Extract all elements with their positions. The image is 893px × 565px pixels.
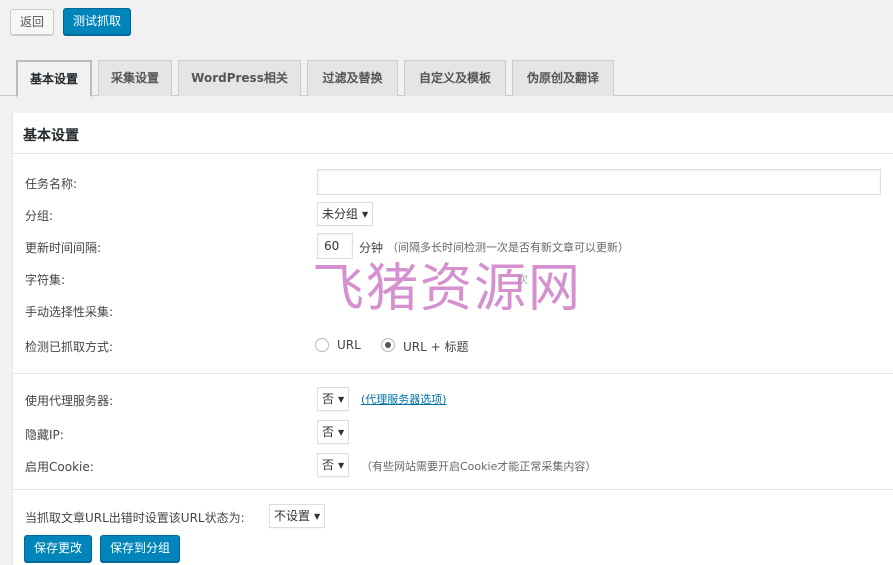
detect-url-radio[interactable] — [315, 338, 329, 352]
tab-rewrite-translate[interactable]: 伪原创及翻译 — [512, 60, 614, 96]
chevron-down-icon: ▼ — [314, 512, 321, 521]
watermark-logo: 飞猪资源网 — [312, 259, 583, 319]
tab-custom-template[interactable]: 自定义及模板 — [404, 60, 506, 96]
chevron-down-icon: ▼ — [338, 395, 345, 404]
chevron-down-icon: ▼ — [362, 210, 369, 219]
detect-url-label: URL — [337, 338, 361, 352]
error-status-label: 当抓取文章URL出错时设置该URL状态为: — [25, 511, 245, 525]
detect-url-title-radio[interactable] — [381, 338, 395, 352]
error-status-select[interactable]: 不设置 ▼ — [269, 504, 326, 528]
group-select[interactable]: 未分组 ▼ — [317, 202, 374, 226]
task-name-input[interactable] — [317, 169, 881, 195]
charset-label: 字符集: — [25, 273, 66, 287]
cookie-note: （有些网站需要开启Cookie才能正常采集内容） — [361, 460, 597, 473]
interval-label: 更新时间间隔: — [25, 241, 102, 255]
divider — [13, 489, 893, 490]
tab-wordpress[interactable]: WordPress相关 — [178, 60, 301, 96]
test-crawl-button[interactable]: 测试抓取 — [63, 8, 132, 35]
hide-ip-label: 隐藏IP: — [25, 428, 64, 442]
manual-collect-label: 手动选择性采集: — [25, 305, 114, 319]
save-to-group-button[interactable]: 保存到分组 — [100, 535, 181, 562]
group-label: 分组: — [25, 209, 54, 223]
cookie-select-value: 否 — [322, 458, 335, 472]
group-select-value: 未分组 — [322, 207, 359, 221]
detect-method-label: 检测已抓取方式: — [25, 340, 114, 354]
cookie-label: 启用Cookie: — [25, 460, 94, 474]
tab-filter-replace[interactable]: 过滤及替换 — [307, 60, 398, 96]
hide-ip-select[interactable]: 否 ▼ — [317, 420, 350, 444]
error-status-select-value: 不设置 — [274, 509, 311, 523]
cookie-select[interactable]: 否 ▼ — [317, 453, 350, 477]
task-name-label: 任务名称: — [25, 177, 78, 191]
proxy-label: 使用代理服务器: — [25, 394, 114, 408]
panel-title: 基本设置 — [23, 128, 79, 144]
hide-ip-select-value: 否 — [322, 425, 335, 439]
proxy-select[interactable]: 否 ▼ — [317, 387, 350, 411]
detect-url-title-label: URL + 标题 — [403, 340, 469, 354]
chevron-down-icon: ▼ — [338, 428, 345, 437]
settings-panel: 基本设置 任务名称: 分组: 未分组 ▼ 更新时间间隔: 60 分钟 （间隔多长时… — [12, 113, 893, 565]
settings-tabs: 基本设置 采集设置 WordPress相关 过滤及替换 自定义及模板 伪原创及翻… — [0, 60, 893, 97]
proxy-select-value: 否 — [322, 392, 335, 406]
divider — [13, 153, 893, 154]
back-button[interactable]: 返回 — [10, 9, 55, 35]
chevron-down-icon: ▼ — [338, 461, 345, 470]
save-changes-button[interactable]: 保存更改 — [24, 535, 93, 562]
tab-collect-settings[interactable]: 采集设置 — [98, 60, 172, 96]
divider — [13, 373, 893, 374]
tab-basic-settings[interactable]: 基本设置 — [16, 60, 92, 97]
proxy-options-link[interactable]: (代理服务器选项) — [361, 391, 447, 407]
